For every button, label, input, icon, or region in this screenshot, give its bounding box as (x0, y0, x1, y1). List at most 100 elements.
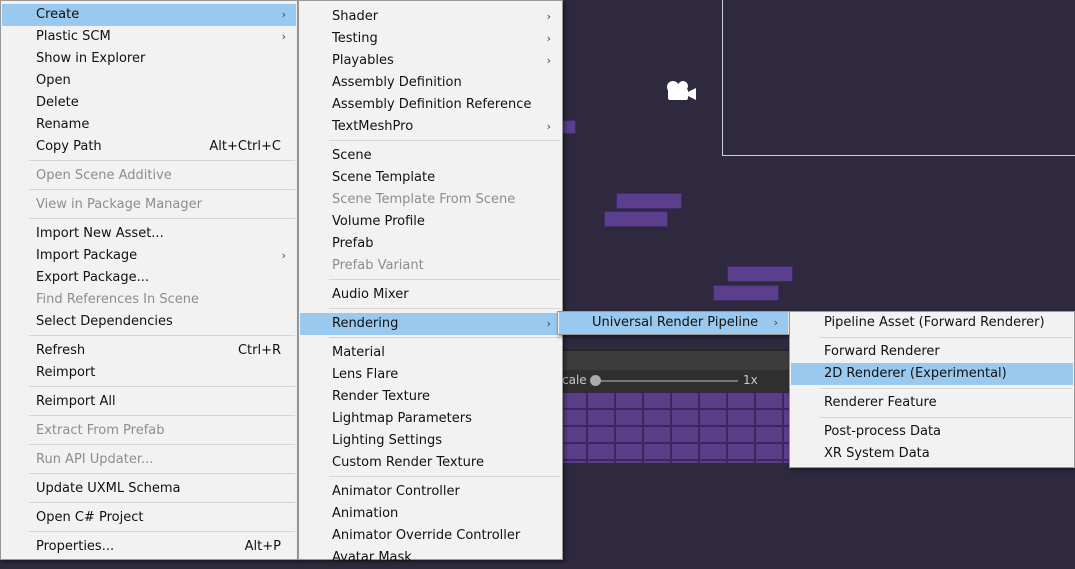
menu-item-textmeshpro[interactable]: TextMeshPro › (300, 116, 561, 138)
submenu-arrow-icon: › (773, 316, 778, 329)
menu-item-volume-profile[interactable]: Volume Profile (300, 211, 561, 233)
menu-item-extract-from-prefab[interactable]: Extract From Prefab (2, 420, 296, 442)
menu-item-scene[interactable]: Scene (300, 145, 561, 167)
menu-item-xr-system-data[interactable]: XR System Data (791, 443, 1073, 465)
menu-item-label: XR System Data (824, 446, 930, 461)
menu-item-plastic-scm[interactable]: Plastic SCM › (2, 26, 296, 48)
camera-icon (667, 81, 696, 100)
scale-slider-track[interactable] (596, 380, 738, 382)
menu-item-label: Custom Render Texture (332, 455, 484, 470)
menu-separator (29, 531, 295, 532)
menu-item-animator-override-controller[interactable]: Animator Override Controller (300, 525, 561, 547)
menu-separator (29, 218, 295, 219)
camera-frame (722, 0, 1075, 156)
menu-item-label: Forward Renderer (824, 344, 940, 359)
menu-item-label: Lighting Settings (332, 433, 442, 448)
menu-item-select-dependencies[interactable]: Select Dependencies (2, 311, 296, 333)
menu-item-lightmap-parameters[interactable]: Lightmap Parameters (300, 408, 561, 430)
menu-item-delete[interactable]: Delete (2, 92, 296, 114)
menu-item-pipeline-asset[interactable]: Pipeline Asset (Forward Renderer) (791, 312, 1073, 334)
menu-item-label: Shader (332, 9, 379, 24)
menu-item-label: Delete (36, 95, 79, 110)
menu-item-rename[interactable]: Rename (2, 114, 296, 136)
menu-item-forward-renderer[interactable]: Forward Renderer (791, 341, 1073, 363)
menu-separator (29, 160, 295, 161)
menu-item-import-package[interactable]: Import Package › (2, 245, 296, 267)
menu-item-prefab[interactable]: Prefab (300, 233, 561, 255)
menu-separator (29, 189, 295, 190)
menu-item-render-texture[interactable]: Render Texture (300, 386, 561, 408)
menu-item-view-in-package-manager[interactable]: View in Package Manager (2, 194, 296, 216)
submenu-arrow-icon: › (546, 10, 551, 23)
menu-item-label: Select Dependencies (36, 314, 173, 329)
menu-item-label: Scene (332, 148, 372, 163)
menu-item-label: Universal Render Pipeline (592, 315, 759, 330)
menu-item-create[interactable]: Create › (2, 4, 296, 26)
submenu-arrow-icon: › (546, 32, 551, 45)
menu-item-run-api-updater[interactable]: Run API Updater... (2, 449, 296, 471)
menu-item-properties[interactable]: Properties... Alt+P (2, 536, 296, 558)
menu-item-label: Extract From Prefab (36, 423, 165, 438)
menu-item-label: Properties... (36, 539, 115, 554)
game-tiles (560, 393, 790, 463)
menu-item-copy-path[interactable]: Copy Path Alt+Ctrl+C (2, 136, 296, 158)
menu-item-label: Animator Controller (332, 484, 460, 499)
menu-item-rendering[interactable]: Rendering › (300, 313, 561, 335)
menu-item-label: View in Package Manager (36, 197, 202, 212)
menu-separator (29, 473, 295, 474)
menu-item-label: Avatar Mask (332, 550, 412, 565)
menu-item-animation[interactable]: Animation (300, 503, 561, 525)
menu-item-reimport-all[interactable]: Reimport All (2, 391, 296, 413)
menu-item-lens-flare[interactable]: Lens Flare (300, 364, 561, 386)
menu-item-label: Run API Updater... (36, 452, 154, 467)
menu-item-open-csharp-project[interactable]: Open C# Project (2, 507, 296, 529)
menu-item-find-references[interactable]: Find References In Scene (2, 289, 296, 311)
submenu-arrow-icon: › (546, 317, 551, 330)
menu-item-refresh[interactable]: Refresh Ctrl+R (2, 340, 296, 362)
tile-sprite (727, 266, 793, 282)
menu-item-update-uxml-schema[interactable]: Update UXML Schema (2, 478, 296, 500)
menu-item-label: Scene Template From Scene (332, 192, 516, 207)
menu-item-audio-mixer[interactable]: Audio Mixer (300, 284, 561, 306)
menu-item-label: Reimport All (36, 394, 116, 409)
menu-item-renderer-feature[interactable]: Renderer Feature (791, 392, 1073, 414)
menu-separator (29, 502, 295, 503)
menu-item-label: Open C# Project (36, 510, 144, 525)
menu-item-custom-render-texture[interactable]: Custom Render Texture (300, 452, 561, 474)
menu-item-import-new-asset[interactable]: Import New Asset... (2, 223, 296, 245)
tile-sprite (616, 193, 682, 209)
menu-item-shader[interactable]: Shader › (300, 6, 561, 28)
menu-item-label: Show in Explorer (36, 51, 146, 66)
menu-item-open[interactable]: Open (2, 70, 296, 92)
menu-item-animator-controller[interactable]: Animator Controller (300, 481, 561, 503)
menu-item-label: Import Package (36, 248, 138, 263)
menu-item-shortcut: Alt+P (244, 539, 281, 554)
menu-item-label: Renderer Feature (824, 395, 937, 410)
menu-item-open-scene-additive[interactable]: Open Scene Additive (2, 165, 296, 187)
menu-item-scene-template-from-scene[interactable]: Scene Template From Scene (300, 189, 561, 211)
menu-item-label: Prefab (332, 236, 374, 251)
menu-item-prefab-variant[interactable]: Prefab Variant (300, 255, 561, 277)
scale-control[interactable]: cale 1x (560, 370, 790, 392)
menu-item-assembly-definition[interactable]: Assembly Definition (300, 72, 561, 94)
menu-item-reimport[interactable]: Reimport (2, 362, 296, 384)
menu-item-label: Open (36, 73, 71, 88)
menu-item-scene-template[interactable]: Scene Template (300, 167, 561, 189)
menu-item-label: Playables (332, 53, 394, 68)
menu-item-material[interactable]: Material (300, 342, 561, 364)
tile-sprite (604, 211, 668, 227)
menu-item-label: Volume Profile (332, 214, 425, 229)
menu-item-testing[interactable]: Testing › (300, 28, 561, 50)
menu-item-post-process-data[interactable]: Post-process Data (791, 421, 1073, 443)
menu-item-2d-renderer[interactable]: 2D Renderer (Experimental) (791, 363, 1073, 385)
menu-item-lighting-settings[interactable]: Lighting Settings (300, 430, 561, 452)
menu-item-label: Update UXML Schema (36, 481, 181, 496)
menu-item-playables[interactable]: Playables › (300, 50, 561, 72)
menu-item-label: Animator Override Controller (332, 528, 521, 543)
menu-item-assembly-definition-reference[interactable]: Assembly Definition Reference (300, 94, 561, 116)
scale-slider-thumb[interactable] (590, 375, 601, 386)
menu-item-avatar-mask[interactable]: Avatar Mask (300, 547, 561, 569)
menu-item-export-package[interactable]: Export Package... (2, 267, 296, 289)
menu-item-show-in-explorer[interactable]: Show in Explorer (2, 48, 296, 70)
menu-item-universal-render-pipeline[interactable]: Universal Render Pipeline › (559, 312, 788, 334)
